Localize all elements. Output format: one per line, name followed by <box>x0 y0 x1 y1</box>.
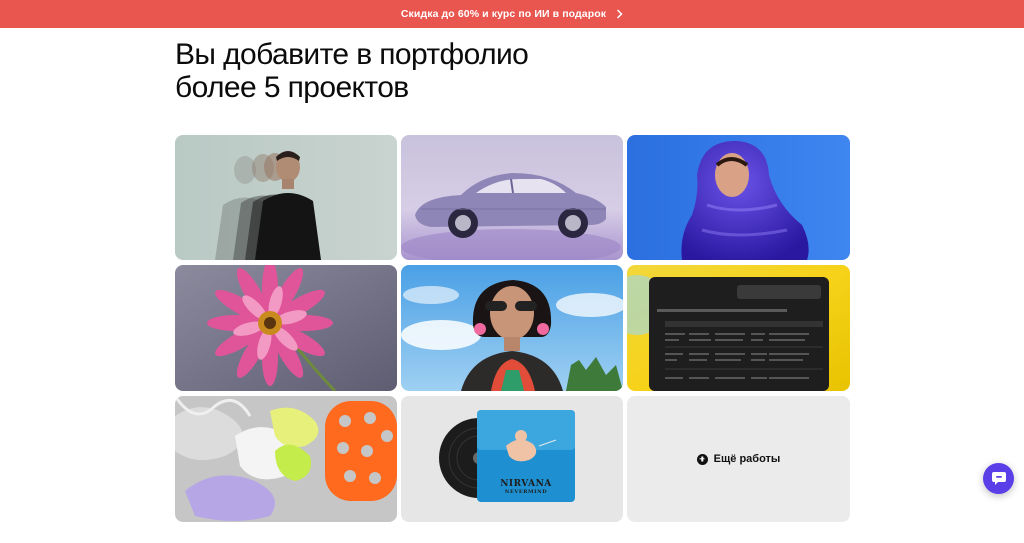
portfolio-item-ai-chat[interactable] <box>627 265 850 391</box>
more-works-button[interactable]: Ещё работы <box>627 396 850 522</box>
more-works-content: Ещё работы <box>696 453 781 465</box>
album-subtitle: NEVERMIND <box>504 489 548 495</box>
chevron-right-icon <box>616 9 623 19</box>
promo-text: Скидка до 60% и курс по ИИ в подарок <box>400 8 607 20</box>
section-title: Вы добавите в портфолио более 5 проектов <box>175 38 695 104</box>
chat-bubble-icon <box>991 472 1006 485</box>
promo-banner[interactable]: Скидка до 60% и курс по ИИ в подарок <box>0 0 1024 28</box>
album-cover-image <box>401 396 623 522</box>
portfolio-item-car[interactable] <box>401 135 623 260</box>
plus-icon <box>696 453 708 465</box>
portfolio-item-album-cover[interactable]: NIRVANA NEVERMIND <box>401 396 623 522</box>
car-image <box>401 135 623 260</box>
portfolio-item-flower[interactable] <box>175 265 397 391</box>
ai-chat-image <box>627 265 850 391</box>
more-works-label: Ещё работы <box>713 453 781 465</box>
flower-image <box>175 265 397 391</box>
portfolio-grid: NIRVANA NEVERMIND Ещё работы <box>175 135 850 522</box>
motion-portrait-image <box>175 135 397 260</box>
sunglasses-portrait-image <box>401 265 623 391</box>
abstract-3d-image <box>175 396 397 522</box>
album-title: NIRVANA <box>500 479 552 489</box>
chat-support-button[interactable] <box>983 463 1014 494</box>
portfolio-item-abstract-3d[interactable] <box>175 396 397 522</box>
section-title-line-1: Вы добавите в портфолио <box>175 38 529 71</box>
puffer-jacket-image <box>627 135 850 260</box>
portfolio-item-motion-portrait[interactable] <box>175 135 397 260</box>
portfolio-item-puffer-jacket[interactable] <box>627 135 850 260</box>
section-title-line-2: более 5 проектов <box>175 71 409 104</box>
portfolio-item-sunglasses-portrait[interactable] <box>401 265 623 391</box>
